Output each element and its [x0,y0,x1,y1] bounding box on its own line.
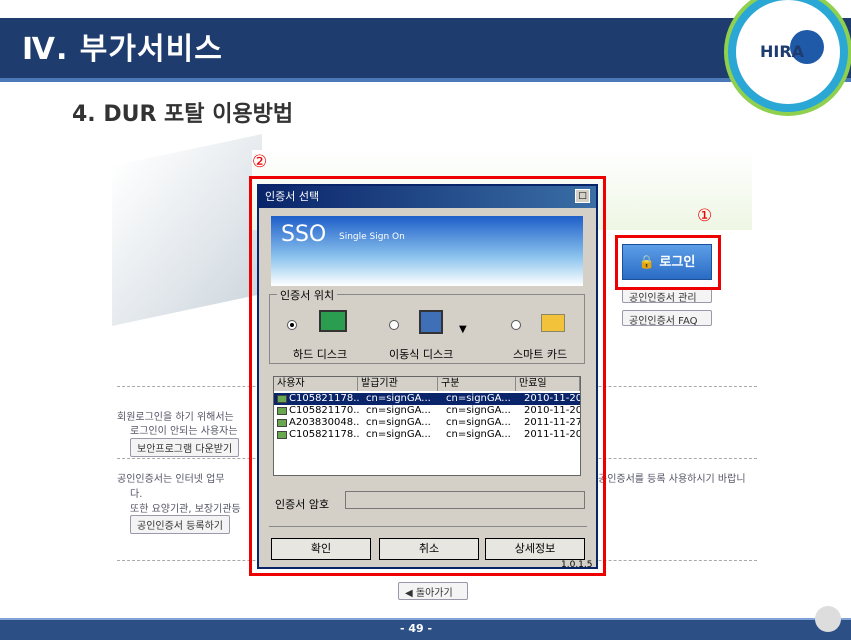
divider [269,526,587,527]
cell-type: cn=signGA... [446,429,511,440]
cell-issuer: cn=signGA... [366,405,431,416]
back-button-label: 돌아가기 [415,588,453,599]
notice2-line2: 다. [130,489,143,500]
login-graphic [112,134,262,326]
device-label-hard-disk: 하드 디스크 [293,348,348,361]
cell-user: C105821178... [289,429,359,440]
cert-faq-button[interactable]: 공인인증서 FAQ [622,310,712,327]
certificate-icon [277,431,287,439]
header-top-bar [0,0,851,10]
certificate-icon [277,419,287,427]
security-download-button[interactable]: 보안프로그램 다운받기 [130,438,240,457]
device-label-removable-disk: 이동식 디스크 [389,348,454,361]
radio-removable-disk[interactable] [389,320,399,330]
details-button[interactable]: 상세정보 [485,538,585,560]
password-input[interactable] [345,491,585,509]
dialog-title: 인증서 선택 [259,186,596,208]
cell-issuer: cn=signGA... [366,429,431,440]
cell-expiry: 2010-11-20 [524,393,580,404]
password-label: 인증서 암호 [275,498,330,511]
banner-sub-text: Single Sign On [339,232,405,242]
step-marker-2: ② [252,152,268,172]
cert-register-button[interactable]: 공인인증서 등록하기 [130,515,230,534]
cell-expiry: 2011-11-27 [524,417,580,428]
cert-select-dialog: 인증서 선택 □ SSO Single Sign On 인증서 위치 하드 디스… [257,184,598,570]
certificate-icon [277,395,287,403]
footer-circle [815,606,841,632]
step-marker-1: ① [697,206,713,226]
highlight-box-1 [615,235,721,290]
notice2-right: 공인증서를 등록 사용하시기 바랍니 [598,474,746,485]
cell-type: cn=signGA... [446,405,511,416]
notice2-line3: 또한 요양기관, 보장기관등 [130,504,241,515]
page-title: Ⅳ. 부가서비스 [22,32,223,67]
banner-sso-text: SSO [281,222,327,247]
chevron-down-icon[interactable]: ▼ [459,324,467,335]
back-icon: ◀ [405,588,413,599]
cert-location-label: 인증서 위치 [277,287,338,303]
smart-card-icon[interactable] [541,314,565,332]
col-expiry[interactable]: 만료일 [516,377,580,391]
version-label: 1.0.1.5 [561,560,593,570]
cell-type: cn=signGA... [446,393,511,404]
cell-user: A203830048... [289,417,359,428]
cert-list[interactable]: 사용자 발급기관 구분 만료일 C105821178... cn=signGA..… [273,376,581,476]
back-button[interactable]: ◀ 돌아가기 [398,582,468,600]
section-subtitle: 4. DUR 포탈 이용방법 [72,102,294,127]
cert-list-header: 사용자 발급기관 구분 만료일 [274,377,580,391]
hard-disk-icon[interactable] [319,310,347,332]
radio-hard-disk[interactable] [287,320,297,330]
removable-disk-icon[interactable] [419,310,443,334]
cell-issuer: cn=signGA... [366,393,431,404]
notice1-line1: 회원로그인을 하기 위해서는 [117,412,234,423]
col-issuer[interactable]: 발급기관 [358,377,438,391]
notice1-line2: 로그인이 안되는 사용자는 [130,426,238,437]
cell-user: C105821170... [289,405,359,416]
col-type[interactable]: 구분 [438,377,516,391]
table-row[interactable]: A203830048... cn=signGA... cn=signGA... 201… [274,417,580,429]
device-label-smart-card: 스마트 카드 [513,348,568,361]
cancel-button[interactable]: 취소 [379,538,479,560]
col-user[interactable]: 사용자 [274,377,358,391]
cell-type: cn=signGA... [446,417,511,428]
table-row[interactable]: C105821178... cn=signGA... cn=signGA... 201… [274,393,580,405]
table-row[interactable]: C105821170... cn=signGA... cn=signGA... 201… [274,405,580,417]
sso-banner: SSO Single Sign On [271,216,583,286]
table-row[interactable]: C105821178... cn=signGA... cn=signGA... 201… [274,429,580,441]
cell-expiry: 2011-11-20 [524,429,580,440]
page-number: - 49 - [400,622,433,635]
cell-issuer: cn=signGA... [366,417,431,428]
window-restore-icon[interactable]: □ [575,189,590,203]
radio-smart-card[interactable] [511,320,521,330]
notice2-line1: 공인인증서는 인터넷 업무 [117,474,225,485]
logo-text: HIRA [760,42,805,61]
header-underline [0,78,851,82]
certificate-icon [277,407,287,415]
cell-user: C105821178... [289,393,359,404]
cell-expiry: 2010-11-20 [524,405,580,416]
ok-button[interactable]: 확인 [271,538,371,560]
